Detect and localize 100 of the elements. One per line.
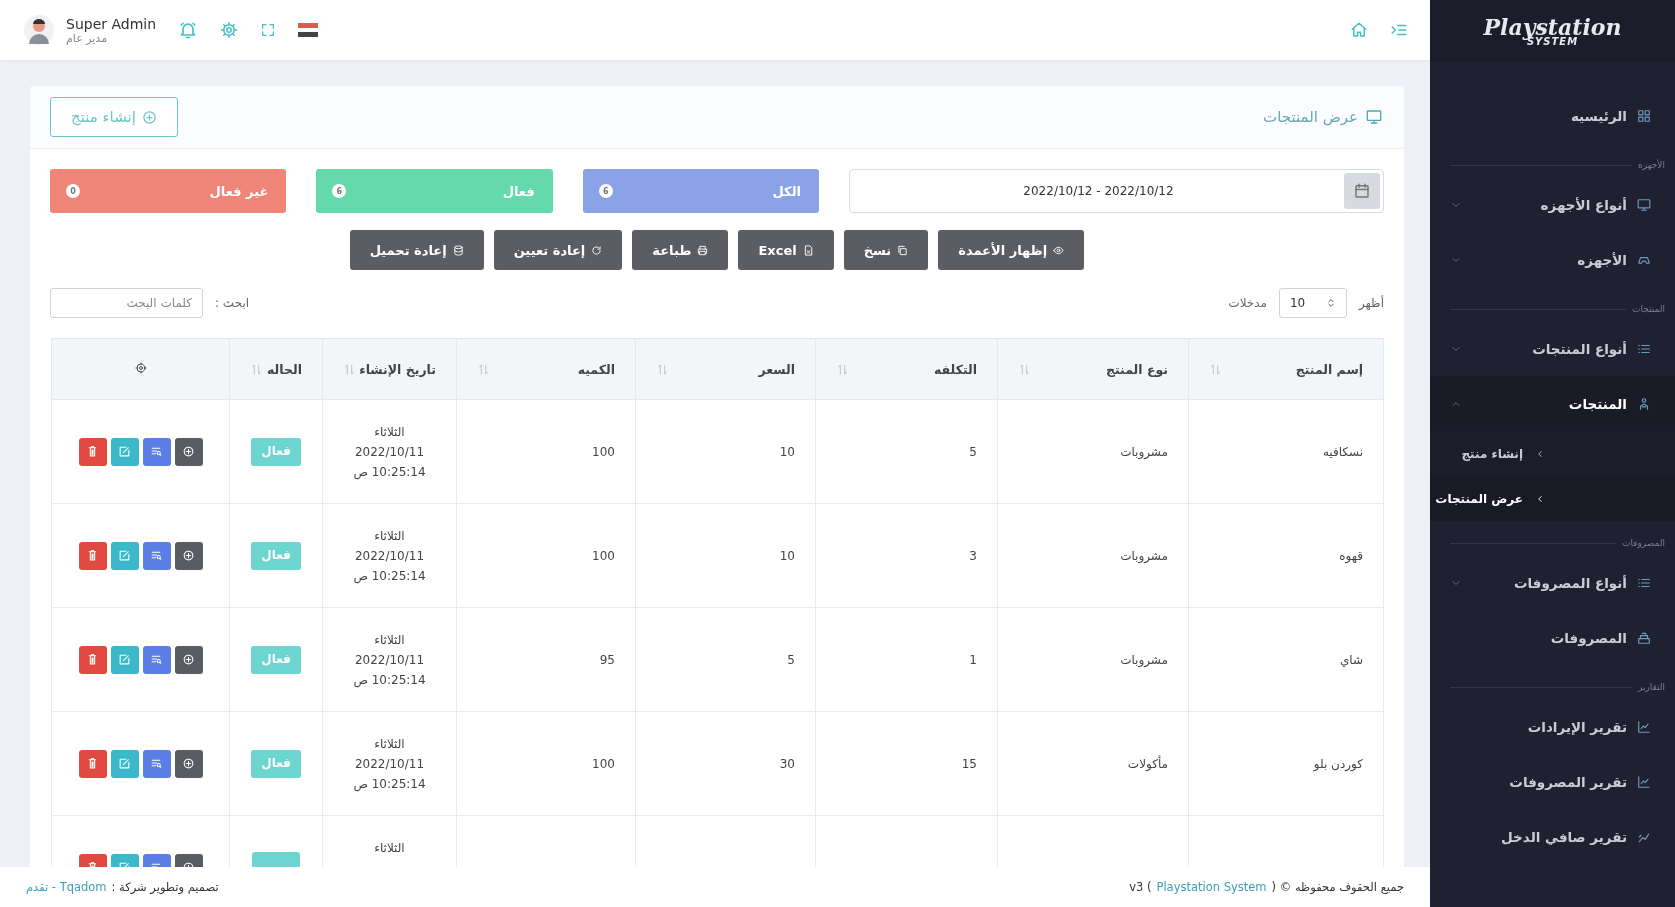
stat-label: فعال (502, 183, 535, 199)
user-role: مدير عام (66, 31, 108, 45)
submenu-item[interactable]: عرض المنتجات (1430, 476, 1675, 521)
delete-button[interactable] (78, 541, 107, 570)
column-header[interactable]: السعر (635, 338, 816, 400)
credit-text: تصميم وتطوير شركة : (111, 880, 219, 894)
fullscreen-icon[interactable] (260, 22, 277, 38)
status-badge: فعال (251, 749, 301, 778)
status-badge: فعال (251, 541, 301, 570)
version-text: ) v3 (1129, 880, 1152, 894)
column-header[interactable]: الكميه (456, 338, 636, 400)
table-cell: 1 (969, 652, 977, 667)
sidebar-item[interactable]: أنواع الأجهزه (1430, 177, 1675, 232)
date-cell-text: 2022/10/11 (353, 547, 426, 565)
sidebar-item[interactable]: الرئيسيه (1430, 88, 1675, 143)
table-cell: 100 (592, 548, 615, 563)
eye-icon (1053, 244, 1065, 256)
details-button[interactable] (142, 437, 171, 466)
copy-icon (897, 244, 909, 256)
copyright-text: جميع الحقوف محفوظه © ( (1271, 880, 1404, 894)
table-cell: 3 (969, 548, 977, 563)
settings-icon[interactable] (134, 361, 147, 374)
column-header[interactable]: إسم المنتج (1188, 338, 1384, 400)
edit-button[interactable] (110, 437, 139, 466)
column-header[interactable]: تاريخ الإنشاء (322, 338, 457, 400)
add-button[interactable] (174, 749, 203, 778)
date-cell-text: 10:25:14 ص (352, 671, 427, 690)
edit-button[interactable] (110, 749, 139, 778)
table-cell: 30 (779, 756, 795, 771)
edit-button[interactable] (110, 645, 139, 674)
edit-icon (118, 653, 131, 666)
home-icon[interactable] (1350, 21, 1368, 39)
table-cell: 15 (961, 756, 977, 771)
count-badge: 6 (598, 184, 613, 198)
date-cell-text: الثلاثاء (373, 735, 406, 753)
plus-circle-icon (182, 445, 195, 458)
details-button[interactable] (142, 749, 171, 778)
search-field[interactable]: كلمات البحث (50, 288, 203, 318)
delete-button[interactable] (78, 749, 107, 778)
toolbar-button[interactable]: Excel (738, 230, 834, 270)
flag-icon[interactable] (298, 23, 319, 37)
table-cell: 95 (599, 652, 615, 667)
chevron-left-icon (1535, 493, 1545, 504)
file-icon (802, 244, 814, 256)
page-title: عرض المنتجات (1263, 108, 1358, 126)
toolbar-button[interactable]: إظهار الأعمدة (938, 230, 1085, 270)
plus-circle-icon (182, 549, 195, 562)
sidebar-item[interactable]: المصروفات (1430, 610, 1675, 665)
sidebar-item[interactable]: تقرير صافي الدخل (1430, 809, 1675, 864)
section-heading: التقارير (1637, 682, 1665, 692)
printer-icon (697, 244, 709, 256)
details-button[interactable] (142, 645, 171, 674)
table-cell: مشروبات (1120, 652, 1168, 667)
toolbar-button[interactable]: نسخ (843, 230, 929, 270)
sort-icon (656, 362, 669, 376)
edit-button[interactable] (110, 541, 139, 570)
submenu-item[interactable]: إنشاء منتج (1430, 431, 1675, 476)
table-cell: 100 (592, 756, 615, 771)
grid-icon (1637, 108, 1651, 123)
plus-circle-icon (141, 109, 157, 125)
stat-label: الكل (772, 183, 801, 199)
monitor-icon (1366, 109, 1382, 125)
table-cell: مأكولات (1127, 756, 1168, 771)
toolbar-button[interactable]: إعادة تحميل (349, 230, 484, 270)
toolbar-button[interactable]: طباعة (632, 230, 729, 270)
delete-button[interactable] (78, 437, 107, 466)
sidebar-item[interactable]: أنواع المنتجات (1430, 321, 1675, 376)
add-button[interactable] (174, 437, 203, 466)
sort-icon (1209, 362, 1222, 376)
toolbar-button[interactable]: إعادة تعيين (493, 230, 623, 270)
edit-icon (118, 757, 131, 770)
sidebar-item[interactable]: الأجهزه (1430, 232, 1675, 287)
date-cell-text: الثلاثاء (373, 527, 406, 545)
page-size-select[interactable]: 10 (1278, 288, 1347, 318)
date-range-field[interactable]: 2022/10/12 - 2022/10/12 (849, 169, 1384, 213)
add-button[interactable] (174, 541, 203, 570)
sidebar-item[interactable]: المنتجات (1430, 376, 1675, 431)
trash-icon (86, 549, 99, 562)
column-header[interactable]: الحاله (229, 338, 323, 400)
date-cell-text: 10:25:14 ص (352, 775, 427, 794)
details-button[interactable] (142, 541, 171, 570)
section-heading: المنتجات (1632, 304, 1665, 314)
refresh-icon (591, 244, 603, 256)
delete-button[interactable] (78, 645, 107, 674)
date-cell-text: الثلاثاء (373, 839, 406, 857)
column-header[interactable]: نوع المنتج (997, 338, 1189, 400)
table-cell: نسكافيه (1322, 444, 1363, 459)
column-header[interactable]: التكلفه (815, 338, 998, 400)
sidebar-item[interactable]: تقرير المصروفات (1430, 754, 1675, 809)
sidebar-item[interactable]: تقرير الإيرادات (1430, 699, 1675, 754)
count-badge: 6 (332, 184, 347, 198)
table-cell: شاي (1339, 652, 1363, 667)
date-cell-text: 2022/10/11 (353, 755, 426, 773)
add-button[interactable] (174, 645, 203, 674)
table-cell: 10 (779, 444, 795, 459)
sidebar-item[interactable]: أنواع المصروفات (1430, 555, 1675, 610)
sort-icon (343, 362, 356, 376)
search-label: ابحث : (215, 296, 250, 310)
table-cell: 5 (787, 652, 795, 667)
avatar-icon[interactable] (24, 15, 54, 45)
